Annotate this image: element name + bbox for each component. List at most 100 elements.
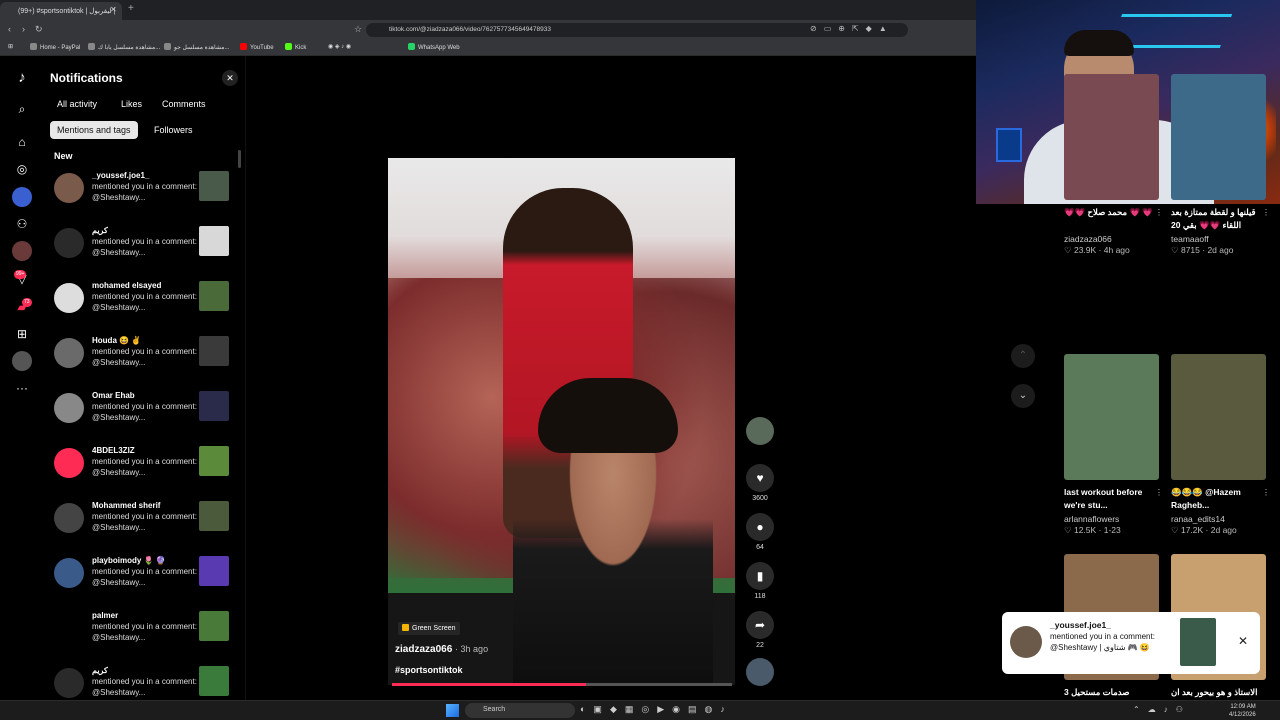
notification-username[interactable]: _youssef.joe1_ — [92, 171, 149, 180]
tab-close-icon[interactable]: ✕ — [110, 5, 117, 14]
system-tray-icons[interactable]: ⌃☁♪⚇ — [1133, 705, 1191, 714]
close-icon[interactable]: ✕ — [1238, 634, 1248, 648]
avatar[interactable] — [54, 283, 84, 313]
video-username[interactable]: ranaa_edits14 — [1171, 514, 1266, 524]
following-avatar-icon[interactable] — [12, 187, 32, 207]
reload-icon[interactable]: ↻ — [35, 24, 43, 35]
notification-thumbnail[interactable] — [199, 556, 229, 586]
bookmark-item[interactable]: WhatsApp Web — [408, 43, 460, 51]
video-card[interactable]: 😂😂😂 @Hazem Ragheb... ranaa_edits14 ♡ 17.2K… — [1171, 354, 1270, 536]
notification-thumbnail[interactable] — [199, 336, 229, 366]
video-username[interactable]: ziadzaza066 — [1064, 234, 1159, 244]
notification-thumbnail[interactable] — [199, 666, 229, 696]
notification-item[interactable]: mohamed elsayed mentioned you in a commen… — [54, 281, 230, 333]
new-tab-icon[interactable]: + — [128, 3, 134, 14]
taskbar-clock[interactable]: 12:09 AM 4/12/2026 — [1229, 703, 1256, 719]
friends-icon[interactable]: ⚇ — [12, 214, 32, 234]
bookmark-icons[interactable]: ◉ ◈ ♪ ◉ — [328, 43, 351, 50]
home-icon[interactable]: ⌂ — [12, 132, 32, 152]
notification-item[interactable]: Omar Ehab mentioned you in a comment: @Sh… — [54, 391, 230, 443]
avatar[interactable] — [54, 228, 84, 258]
avatar[interactable] — [54, 338, 84, 368]
more-icon[interactable]: ··· — [12, 378, 32, 398]
video-thumbnail[interactable] — [1171, 354, 1266, 480]
notification-username[interactable]: mohamed elsayed — [92, 281, 161, 290]
notification-toast[interactable]: _youssef.joe1_ mentioned you in a comment… — [1002, 612, 1260, 674]
video-title[interactable]: قيلنها و لقطة ممتازة بعد اللقاء 💗💗 بقي 2… — [1171, 206, 1266, 232]
tab-likes[interactable]: Likes — [114, 95, 149, 113]
video-card[interactable]: قيلنها و لقطة ممتازة بعد اللقاء 💗💗 بقي 2… — [1171, 74, 1270, 256]
avatar[interactable] — [54, 503, 84, 533]
video-title[interactable]: 😂😂😂 @Hazem Ragheb... — [1171, 486, 1266, 512]
notification-username[interactable]: كريم — [92, 666, 108, 675]
notification-thumbnail[interactable] — [199, 171, 229, 201]
previous-video-button[interactable]: ⌃ — [1011, 344, 1035, 368]
video-thumbnail[interactable] — [1064, 354, 1159, 480]
notification-username[interactable]: Houda 😆 ✌ — [92, 336, 141, 345]
bookmark-item[interactable]: مشاهدة مسلسل يابا ك... — [88, 43, 160, 51]
forward-icon[interactable]: › — [22, 24, 25, 34]
avatar[interactable] — [54, 173, 84, 203]
tab-mentions-and-tags[interactable]: Mentions and tags — [50, 121, 138, 139]
video-username[interactable]: teamaaoff — [1171, 234, 1266, 244]
video-author[interactable]: ziadzaza066 · 3h ago — [395, 644, 488, 655]
notification-username[interactable]: 4BDEL3ZIZ — [92, 446, 135, 455]
notification-thumbnail[interactable] — [199, 446, 229, 476]
live-icon[interactable] — [12, 241, 32, 261]
start-icon[interactable] — [446, 704, 459, 717]
notification-item[interactable]: Mohammed sherif mentioned you in a commen… — [54, 501, 230, 553]
explore-icon[interactable]: ◎ — [12, 159, 32, 179]
notification-item[interactable]: كريم mentioned you in a comment: @Sheshta… — [54, 226, 230, 278]
apps-grid-icon[interactable]: ⊞ — [8, 43, 13, 50]
video-username[interactable]: arlannaflowers — [1064, 514, 1159, 524]
back-icon[interactable]: ‹ — [8, 24, 11, 34]
more-options-icon[interactable]: ⋮ — [1262, 208, 1270, 217]
video-title[interactable]: 💗💗 محمد صلاح 💗 💗 — [1064, 206, 1159, 232]
tiktok-logo-icon[interactable]: ♪ — [12, 68, 32, 88]
tab-comments[interactable]: Comments — [155, 95, 213, 113]
like-button[interactable]: ♥ 3600 — [746, 464, 774, 502]
bookmark-item[interactable]: Kick — [285, 43, 306, 51]
share-button[interactable]: ➦ 22 — [746, 611, 774, 649]
bookmark-item[interactable]: YouTube — [240, 43, 274, 51]
extension-icons[interactable]: ⊘▭⊕⇱◆▲ — [810, 24, 894, 33]
avatar[interactable] — [54, 393, 84, 423]
notification-item[interactable]: _youssef.joe1_ mentioned you in a comment… — [54, 171, 230, 223]
avatar[interactable] — [54, 613, 84, 643]
notification-thumbnail[interactable] — [199, 226, 229, 256]
video-title[interactable]: last workout before we're stu... — [1064, 486, 1159, 512]
video-thumbnail[interactable] — [1171, 74, 1266, 200]
notification-username[interactable]: palmer — [92, 611, 118, 620]
avatar[interactable] — [54, 668, 84, 698]
notification-thumbnail[interactable] — [199, 281, 229, 311]
notification-item[interactable]: palmer mentioned you in a comment: @Shesh… — [54, 611, 230, 663]
hashtag-link[interactable]: #sportsontiktok — [395, 665, 463, 675]
notification-username[interactable]: كريم — [92, 226, 108, 235]
bookmark-item[interactable]: مشاهدة مسلسل جو... — [164, 43, 229, 51]
notification-item[interactable]: 4BDEL3ZIZ mentioned you in a comment: @Sh… — [54, 446, 230, 498]
more-options-icon[interactable]: ⋮ — [1262, 488, 1270, 497]
comment-button[interactable]: ● 64 — [746, 513, 774, 551]
bookmark-star-icon[interactable]: ☆ — [354, 24, 362, 35]
close-icon[interactable]: ✕ — [222, 70, 238, 86]
avatar[interactable] — [54, 448, 84, 478]
notification-item[interactable]: playboimody 🌷 🔮 mentioned you in a commen… — [54, 556, 230, 608]
upload-icon[interactable]: ⊞ — [12, 324, 32, 344]
taskbar-search[interactable]: Search — [465, 703, 575, 718]
sound-avatar[interactable] — [746, 658, 774, 686]
notification-username[interactable]: playboimody 🌷 🔮 — [92, 556, 166, 565]
browser-tab[interactable]: (99+) #sportsontiktok | ليفربول | — [0, 2, 122, 20]
next-video-button[interactable]: ⌄ — [1011, 384, 1035, 408]
video-card[interactable]: 💗💗 محمد صلاح 💗 💗 ziadzaza066 ♡ 23.9K · 4h … — [1064, 74, 1163, 256]
notification-item[interactable]: Houda 😆 ✌ mentioned you in a comment: @Sh… — [54, 336, 230, 388]
tab-all-activity[interactable]: All activity — [50, 95, 104, 113]
video-thumbnail[interactable] — [1064, 74, 1159, 200]
effect-tag[interactable]: Green Screen — [398, 622, 460, 635]
notification-thumbnail[interactable] — [199, 501, 229, 531]
search-icon[interactable]: ⌕ — [12, 99, 32, 119]
bookmark-item[interactable]: Home - PayPal — [30, 43, 80, 51]
more-options-icon[interactable]: ⋮ — [1155, 208, 1163, 217]
avatar[interactable] — [54, 558, 84, 588]
tab-followers[interactable]: Followers — [147, 121, 200, 139]
more-options-icon[interactable]: ⋮ — [1155, 488, 1163, 497]
